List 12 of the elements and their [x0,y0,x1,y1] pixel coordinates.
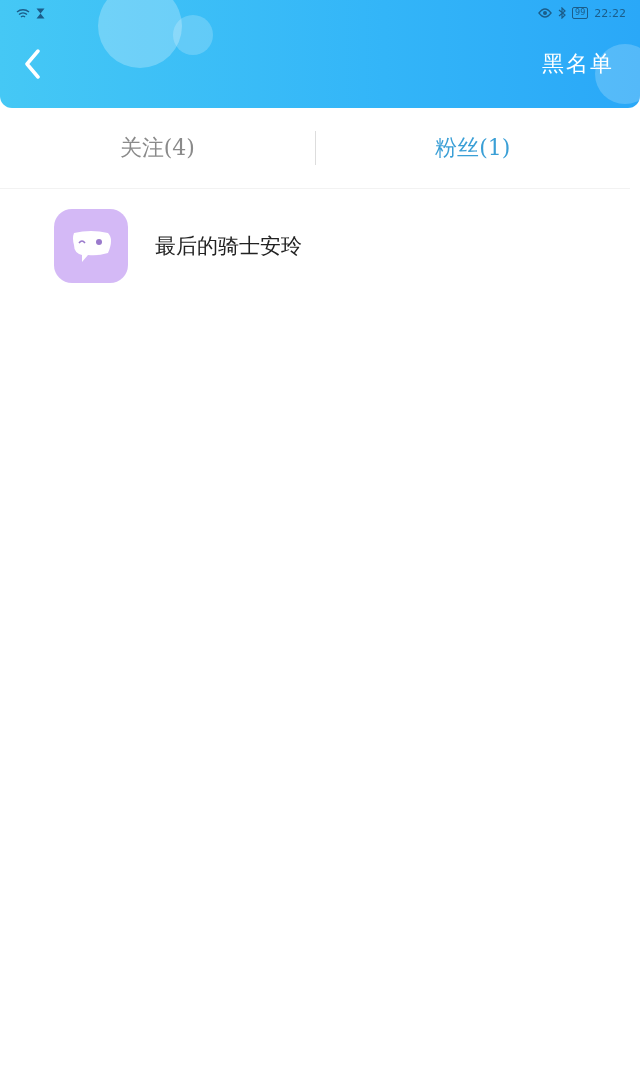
status-time: 22:22 [594,6,626,20]
hourglass-icon [36,7,45,19]
back-icon[interactable] [24,49,40,79]
battery-level: 99 [572,7,589,19]
eye-icon [538,8,553,18]
chat-bubble-avatar-icon[interactable] [54,209,128,283]
blacklist-link[interactable]: 黑名单 [542,49,614,79]
bluetooth-icon [558,7,567,19]
wifi-icon [16,7,30,19]
tab[interactable]: 粉丝(1) [435,133,511,163]
user-name[interactable]: 最后的骑士安玲 [155,232,302,260]
tab[interactable]: 关注(4) [119,133,195,163]
